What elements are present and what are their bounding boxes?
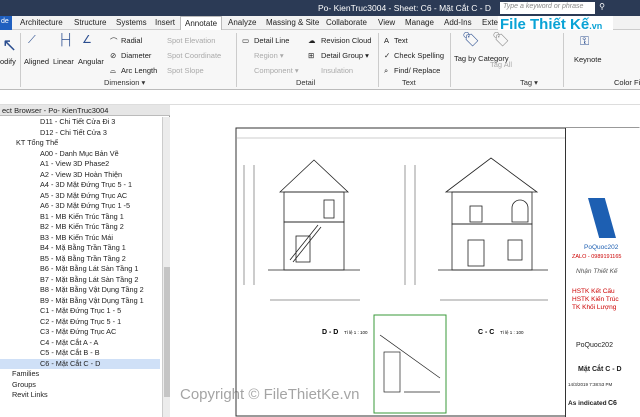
brand-phone: ZALO - 0989191165 — [572, 254, 622, 260]
drawing-date: 14/3/2019 7:38:53 PM — [568, 382, 613, 387]
detail-crop-region — [373, 314, 447, 414]
owner-name: PoQuoc202 — [576, 342, 613, 349]
section-d-d — [268, 159, 360, 271]
view-title-d-d: D - D — [322, 329, 338, 336]
section-c-c — [438, 157, 548, 271]
brand-name: PoQuoc202 — [584, 244, 619, 251]
brand-logo — [588, 198, 616, 238]
drawing-scale: As indicated — [568, 400, 607, 407]
service-1: HSTK Kết Cấu — [572, 288, 615, 295]
view-scale-c-c: Tỉ lệ 1 : 100 — [500, 329, 524, 335]
sheet-drawing: D - D Tỉ lệ 1 : 100 C - C Tỉ lệ 1 : 100 — [235, 127, 640, 417]
service-3: TK Khối Lượng — [572, 304, 617, 311]
title-block: PoQuoc202 ZALO - 0989191165 Nhận Thiết K… — [565, 128, 640, 417]
drawing-name: Mặt Cắt C - D — [578, 366, 622, 373]
signature-text: Nhận Thiết Kế — [576, 268, 618, 275]
view-scale-d-d: Tỉ lệ 1 : 100 — [344, 329, 368, 335]
sheet-number: C6 — [608, 400, 617, 407]
view-title-c-c: C - C — [478, 329, 494, 336]
service-2: HSTK Kiến Trúc — [572, 296, 619, 303]
watermark: Copyright © FileThietKe.vn — [180, 386, 360, 403]
